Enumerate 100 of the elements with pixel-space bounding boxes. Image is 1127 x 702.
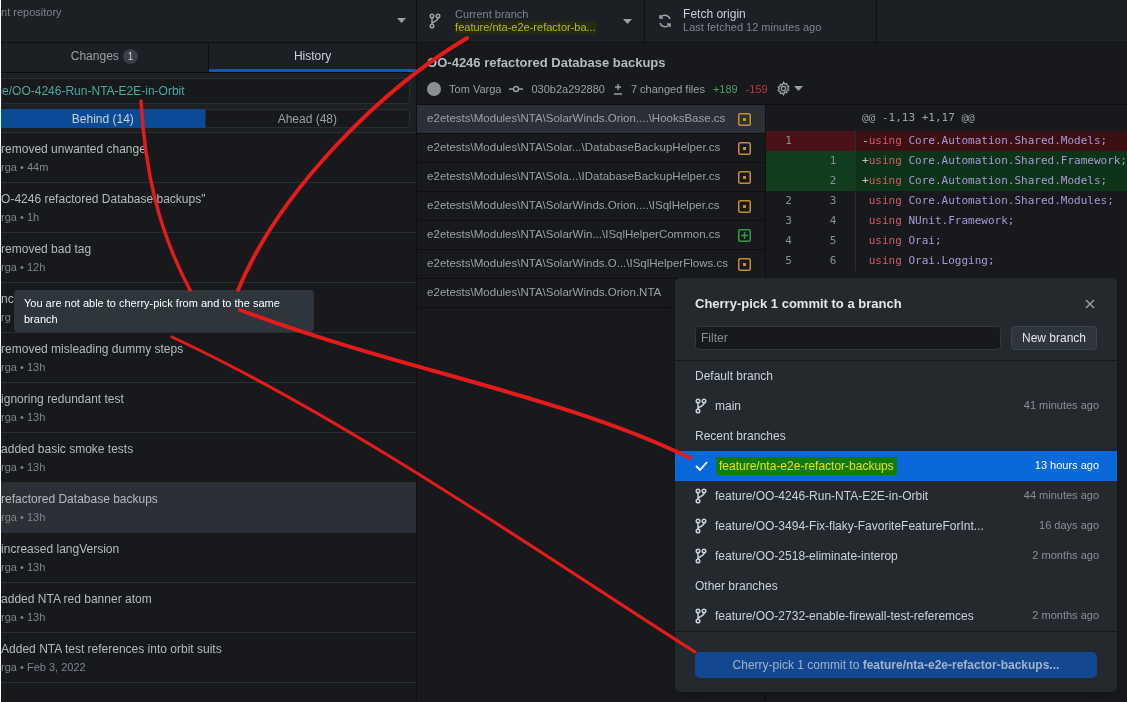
file-item[interactable]: e2etests\Modules\NTA\SolarWinds.Orion....\ISqlHelper.cs (417, 192, 766, 221)
branch-icon (695, 397, 707, 414)
branch-name: feature/OO-3494-Fix-flaky-FavoriteFeatureForInt... (715, 517, 984, 535)
caret-icon (623, 18, 633, 24)
commit-item[interactable]: increased langVersion rga • 13h (1, 533, 417, 583)
diff-icon (612, 82, 623, 95)
commit-title: removed bad tag (1, 241, 92, 256)
code-text: using Orai; (867, 232, 942, 249)
cherry-pick-button[interactable]: Cherry-pick 1 commit to feature/nta-e2e-refactor-backups... (695, 651, 1097, 678)
line-number: 1 (811, 151, 857, 171)
file-path: e2etests\Modules\NTA\Sola...\IDatabaseBackupHelper.cs (427, 169, 721, 185)
new-branch-button[interactable]: New branch (1010, 325, 1097, 350)
deletions-count: -159 (745, 81, 768, 97)
commit-item[interactable]: O-4246 refactored Database backups" rga • 1h (1, 183, 417, 233)
modified-icon (738, 199, 752, 213)
branch-item[interactable]: feature/OO-4246-Run-NTA-E2E-in-Orbit 44 minutes ago (675, 480, 1117, 511)
commit-title: Added NTA test references into orbit suits (1, 641, 222, 656)
commit-title: O-4246 refactored Database backups" (1, 191, 206, 206)
avatar (427, 81, 442, 96)
commit-meta: rga • 44m (1, 160, 49, 174)
settings-icon (775, 81, 791, 97)
close-button[interactable] (1083, 296, 1097, 311)
commit-title: removed misleading dummy steps (1, 341, 184, 356)
compare-segment[interactable]: Ahead (48) (204, 109, 411, 128)
code-text: using NUnit.Framework; (867, 212, 1015, 229)
code-text: using Orai.Logging; (867, 252, 995, 269)
commit-icon (509, 84, 524, 93)
commit-meta: rga • 1h (1, 210, 40, 224)
repository-selector[interactable]: nt repository (1, 0, 418, 42)
branch-name: feature/OO-2732-enable-firewall-test-referemces (715, 607, 974, 625)
code-text: using Core.Automation.Shared.Modules; (867, 192, 1114, 209)
file-item[interactable]: e2etests\Modules\NTA\SolarWinds.Orion....\HooksBase.cs (417, 105, 766, 134)
line-number (811, 131, 857, 151)
commit-item[interactable]: removed bad tag rga • 12h (1, 233, 417, 283)
branch-item[interactable]: main 41 minutes ago (675, 390, 1117, 421)
line-number: 1 (766, 131, 812, 151)
group-heading: Default branch (694, 367, 775, 385)
commit-item[interactable]: ignoring redundant test rga • 13h (1, 383, 417, 433)
branch-icon (429, 13, 442, 29)
count-badge: 1 (122, 48, 139, 64)
group-heading: Other branches (694, 577, 779, 595)
commit-meta: rga • 13h (1, 510, 46, 524)
commit-sha: 030b2a292880 (531, 81, 605, 97)
current-branch-button[interactable]: Current branch feature/nta-e2e-refactor-ba... (417, 0, 646, 42)
branch-item[interactable]: feature/OO-3494-Fix-flaky-FavoriteFeatureForInt... 16 days ago (675, 510, 1117, 541)
file-path: e2etests\Modules\NTA\SolarWinds.Orion.NTA (427, 285, 662, 301)
caret-icon (793, 86, 803, 92)
group-heading: Recent branches (694, 427, 787, 445)
modified-icon (738, 257, 752, 271)
additions-count: +189 (712, 81, 738, 97)
author-name: Tom Varga (449, 81, 502, 97)
refresh-icon (657, 13, 674, 29)
branch-time: 2 months ago (1032, 548, 1099, 564)
filter-field[interactable]: Filter (695, 325, 1001, 350)
code-text: +using Core.Automation.Shared.Framework; (861, 152, 1127, 169)
modified-icon (738, 170, 752, 184)
branch-time: 2 months ago (1032, 608, 1099, 624)
commit-meta: rga • 12h (1, 260, 46, 274)
fetch-origin-button[interactable]: Fetch origin Last fetched 12 minutes ago (645, 0, 878, 42)
commit-item[interactable]: Added NTA test references into orbit suits rga • Feb 3, 2022 (1, 633, 417, 683)
commit-meta: rga • 13h (1, 560, 46, 574)
modified-icon (738, 141, 752, 155)
file-path: e2etests\Modules\NTA\SolarWinds.O...\ISqlHelperFlows.cs (427, 256, 728, 272)
commit-meta: rga • 13h (1, 610, 46, 624)
branch-time: 16 days ago (1039, 518, 1099, 534)
compare-branch-field[interactable]: e/OO-4246-Run-NTA-E2E-in-Orbit (1, 78, 411, 104)
code-text: -using Core.Automation.Shared.Models; (861, 132, 1108, 149)
close-icon (1085, 298, 1095, 309)
file-item[interactable]: e2etests\Modules\NTA\Solar...\DatabaseBackupHelper.cs (417, 134, 766, 163)
added-icon (738, 228, 752, 242)
settings-button[interactable] (775, 81, 803, 97)
compare-segment[interactable]: Behind (14) (1, 109, 205, 128)
branch-item[interactable]: feature/OO-2518-eliminate-interop 2 months ago (675, 540, 1117, 571)
branch-item[interactable]: feature/nta-e2e-refactor-backups 13 hours ago (675, 450, 1117, 481)
file-path: e2etests\Modules\NTA\SolarWinds.Orion....\ISqlHelper.cs (427, 198, 720, 214)
commit-meta: rga • 13h (1, 460, 46, 474)
check-icon (695, 460, 708, 471)
commit-title: refactored Database backups (1, 491, 158, 506)
commit-item[interactable]: removed misleading dummy steps rga • 13h (1, 333, 417, 383)
commit-meta: rga • Feb 3, 2022 (1, 660, 86, 674)
commit-item[interactable]: refactored Database backups rga • 13h (1, 483, 417, 533)
caret-icon (397, 18, 407, 23)
commit-item[interactable]: added NTA red banner atom rga • 13h (1, 583, 417, 633)
branch-icon (695, 517, 707, 534)
code-text: +using Core.Automation.Shared.Models; (861, 172, 1108, 189)
branch-time: 41 minutes ago (1023, 398, 1099, 414)
sidebar-tab[interactable]: Changes 1 (1, 43, 210, 72)
file-path: e2etests\Modules\NTA\Solar...\DatabaseBackupHelper.cs (427, 140, 721, 156)
file-path: e2etests\Modules\NTA\SolarWinds.Orion....\HooksBase.cs (427, 111, 726, 127)
branch-item[interactable]: feature/OO-2732-enable-firewall-test-referemces 2 months ago (675, 600, 1117, 631)
line-number: 2 (811, 171, 857, 191)
branch-icon (695, 607, 707, 624)
commit-meta: rg (1, 310, 11, 324)
commit-meta: rga • 13h (1, 360, 46, 374)
modified-icon (738, 112, 752, 126)
commit-meta: rga • 13h (1, 410, 46, 424)
file-item[interactable]: e2etests\Modules\NTA\Sola...\IDatabaseBackupHelper.cs (417, 163, 766, 192)
tooltip: You are not able to cherry-pick from and to the same branch (14, 290, 314, 332)
changed-files-count: 7 changed files (630, 81, 705, 97)
file-item[interactable]: e2etests\Modules\NTA\SolarWin...\ISqlHelperCommon.cs (417, 221, 766, 250)
